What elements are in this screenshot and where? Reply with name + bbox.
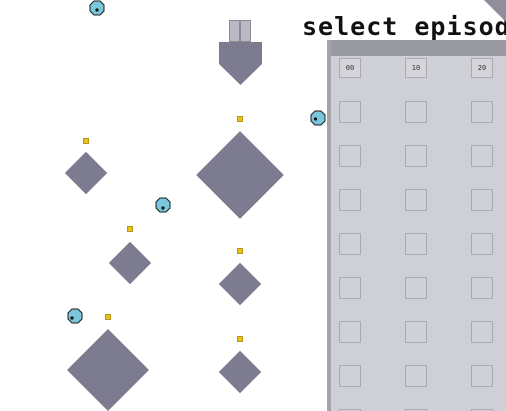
blue-blob-icon[interactable] [89, 0, 105, 16]
episode-slot[interactable] [339, 189, 361, 211]
gold-coin-icon [237, 336, 243, 342]
gold-coin-icon [83, 138, 89, 144]
diamond-platform [196, 131, 284, 219]
episode-slot[interactable] [339, 365, 361, 387]
episode-column-label[interactable]: 20 [471, 58, 493, 78]
spawner-chute-icon [229, 20, 251, 42]
spawner-funnel [219, 42, 262, 85]
episode-slot[interactable] [405, 277, 427, 299]
episode-slot[interactable] [471, 321, 493, 343]
gold-coin-icon [237, 116, 243, 122]
episode-slot[interactable] [471, 277, 493, 299]
panel-header [331, 40, 506, 56]
episode-select-panel [327, 40, 506, 411]
episode-slot[interactable] [471, 189, 493, 211]
episode-slot[interactable] [339, 321, 361, 343]
diamond-platform [108, 241, 152, 285]
blue-blob-icon[interactable] [155, 197, 171, 213]
blue-blob-icon[interactable] [310, 110, 326, 126]
diamond-platform [218, 350, 262, 394]
blue-blob-icon[interactable] [67, 308, 83, 324]
episode-slot[interactable] [471, 365, 493, 387]
gold-coin-icon [105, 314, 111, 320]
episode-slot[interactable] [471, 145, 493, 167]
episode-column-label[interactable]: 00 [339, 58, 361, 78]
corner-decoration [484, 0, 506, 22]
episode-slot[interactable] [405, 145, 427, 167]
episode-column-label[interactable]: 10 [405, 58, 427, 78]
episode-slot[interactable] [405, 189, 427, 211]
episode-slot[interactable] [405, 321, 427, 343]
episode-slot[interactable] [339, 101, 361, 123]
episode-slot[interactable] [339, 277, 361, 299]
episode-slot[interactable] [405, 101, 427, 123]
episode-slot[interactable] [471, 101, 493, 123]
diamond-platform [64, 151, 108, 195]
episode-slot[interactable] [405, 365, 427, 387]
page-title: select episod [302, 12, 506, 41]
gold-coin-icon [237, 248, 243, 254]
diamond-platform [218, 262, 262, 306]
episode-slot[interactable] [405, 233, 427, 255]
episode-slot[interactable] [471, 233, 493, 255]
game-stage: select episod 00 10 20 [0, 0, 506, 411]
episode-slot[interactable] [339, 145, 361, 167]
diamond-platform [66, 328, 150, 411]
gold-coin-icon [127, 226, 133, 232]
episode-slot[interactable] [339, 233, 361, 255]
